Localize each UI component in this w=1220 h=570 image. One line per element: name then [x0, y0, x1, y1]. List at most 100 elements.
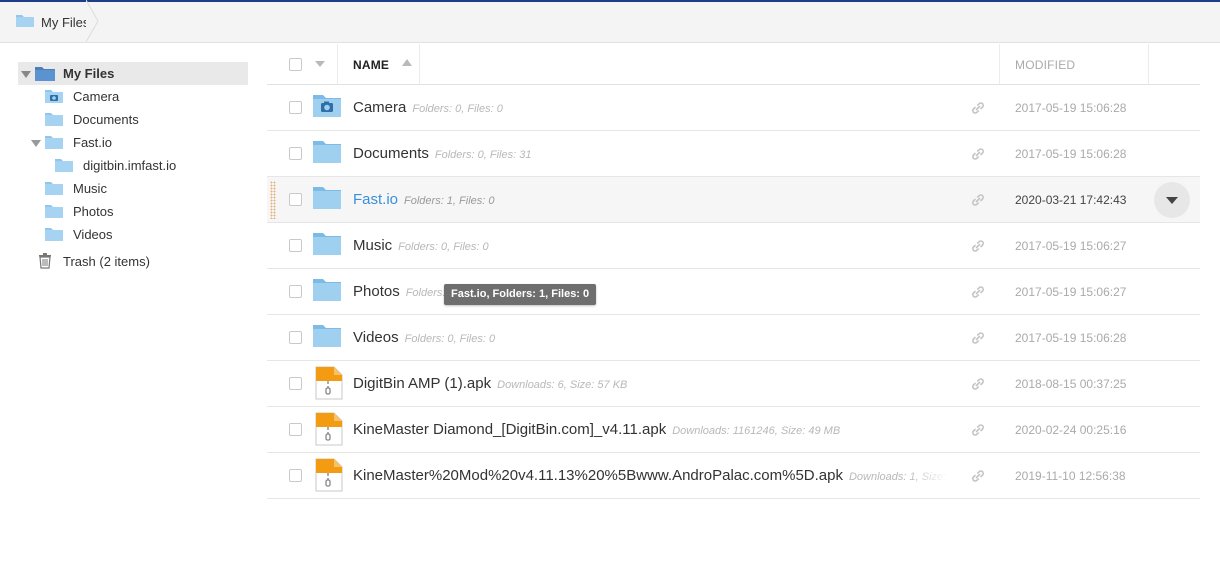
trash-icon	[39, 253, 51, 269]
folder-icon	[313, 187, 341, 209]
tree-item-fast-io[interactable]: Fast.io	[18, 131, 250, 154]
tree-label: Documents	[73, 112, 139, 127]
column-divider	[999, 44, 1000, 84]
table-row[interactable]: DigitBin AMP (1).apk Downloads: 6, Size: …	[267, 361, 1200, 407]
tree-item-my-files[interactable]: My Files	[18, 62, 248, 85]
file-name[interactable]: Music Folders: 0, Files: 0	[353, 237, 489, 254]
folder-icon	[55, 159, 73, 172]
row-checkbox[interactable]	[289, 101, 302, 114]
table-row[interactable]: Documents Folders: 0, Files: 31 2017-05-1…	[267, 131, 1200, 177]
table-row[interactable]: PhotosFolders: 0, Files: 0 2017-05-19 15…	[267, 269, 1200, 315]
folder-icon	[45, 228, 63, 241]
link-icon[interactable]	[970, 284, 986, 300]
row-checkbox[interactable]	[289, 423, 302, 436]
drag-handle[interactable]	[270, 181, 276, 219]
folder-icon	[313, 233, 341, 255]
breadcrumb-separator	[86, 0, 99, 42]
tree-item-videos[interactable]: Videos	[18, 223, 250, 246]
tree-label: Photos	[73, 204, 114, 219]
file-name[interactable]: Documents Folders: 0, Files: 31	[353, 145, 531, 162]
archive-file-icon	[315, 366, 343, 400]
file-meta: Folders: 1, Files: 0	[404, 195, 495, 207]
table-row[interactable]: Music Folders: 0, Files: 0 2017-05-19 15:…	[267, 223, 1200, 269]
select-menu-caret-icon[interactable]	[315, 61, 325, 67]
expand-arrow-icon[interactable]	[31, 138, 41, 148]
link-icon[interactable]	[970, 330, 986, 346]
column-divider	[419, 44, 420, 84]
breadcrumb-label: My Files	[41, 14, 90, 30]
select-all-checkbox[interactable]	[289, 58, 302, 71]
file-meta: Downloads: 1161246, Size: 49 MB	[672, 425, 841, 437]
file-name[interactable]: DigitBin AMP (1).apk Downloads: 6, Size: …	[353, 375, 627, 392]
drag-tooltip: Fast.io, Folders: 1, Files: 0	[444, 284, 597, 305]
camera-folder-icon	[45, 90, 63, 103]
link-icon[interactable]	[970, 468, 986, 484]
file-name[interactable]: KineMaster%20Mod%20v4.11.13%20%5Bwww.And…	[353, 467, 963, 484]
tree-label: Music	[73, 181, 107, 196]
modified-date: 2018-08-15 00:37:25	[1015, 377, 1127, 391]
modified-date: 2019-11-10 12:56:38	[1015, 469, 1126, 483]
table-row[interactable]: KineMaster Diamond_[DigitBin.com]_v4.11.…	[267, 407, 1200, 453]
column-divider	[1148, 44, 1149, 84]
tree-item-camera[interactable]: Camera	[18, 85, 250, 108]
tree-item-music[interactable]: Music	[18, 177, 250, 200]
modified-column-header[interactable]: MODIFIED	[1015, 58, 1075, 72]
trash-label: Trash (2 items)	[63, 254, 150, 269]
camera-folder-icon	[313, 95, 341, 117]
row-checkbox[interactable]	[289, 285, 302, 298]
folder-icon	[45, 205, 63, 218]
tree-item-photos[interactable]: Photos	[18, 200, 250, 223]
folder-icon	[35, 67, 55, 81]
file-meta: Downloads: 6, Size: 57 KB	[497, 379, 628, 391]
file-name[interactable]: KineMaster Diamond_[DigitBin.com]_v4.11.…	[353, 421, 840, 438]
tree-label: digitbin.imfast.io	[83, 158, 177, 173]
row-menu-button[interactable]	[1154, 182, 1190, 218]
folder-icon	[45, 136, 63, 149]
modified-date: 2017-05-19 15:06:27	[1015, 239, 1127, 253]
link-icon[interactable]	[970, 422, 986, 438]
link-icon[interactable]	[970, 192, 986, 208]
modified-date: 2017-05-19 15:06:28	[1015, 147, 1127, 161]
row-checkbox[interactable]	[289, 469, 302, 482]
row-checkbox[interactable]	[289, 147, 302, 160]
link-icon[interactable]	[970, 238, 986, 254]
file-meta: Folders: 0, Files: 0	[398, 241, 489, 253]
tree-item-documents[interactable]: Documents	[18, 108, 250, 131]
top-bar: My Files	[0, 0, 1220, 43]
folder-icon	[45, 113, 63, 126]
tree-item-trash[interactable]: Trash (2 items)	[18, 250, 250, 273]
expand-arrow-icon[interactable]	[21, 69, 31, 79]
sort-ascending-icon[interactable]	[402, 59, 412, 66]
table-row[interactable]: Camera Folders: 0, Files: 0 2017-05-19 15…	[267, 85, 1200, 131]
column-divider	[337, 44, 338, 84]
archive-file-icon	[315, 412, 343, 446]
tree-label: Fast.io	[73, 135, 113, 150]
tree-label: Camera	[73, 89, 120, 104]
text-fade	[907, 463, 967, 489]
link-icon[interactable]	[970, 100, 986, 116]
file-name[interactable]: Videos Folders: 0, Files: 0	[353, 329, 495, 346]
tree-item-digitbin[interactable]: digitbin.imfast.io	[18, 154, 250, 177]
modified-date: 2020-02-24 00:25:16	[1015, 423, 1127, 437]
archive-file-icon	[315, 458, 343, 492]
modified-date: 2017-05-19 15:06:28	[1015, 331, 1127, 345]
modified-date: 2017-05-19 15:06:28	[1015, 101, 1127, 115]
folder-icon	[313, 325, 341, 347]
row-checkbox[interactable]	[289, 239, 302, 252]
name-column-header[interactable]: NAME	[353, 58, 389, 72]
file-name[interactable]: Fast.io Folders: 1, Files: 0	[353, 191, 495, 208]
row-checkbox[interactable]	[289, 377, 302, 390]
link-icon[interactable]	[970, 146, 986, 162]
tree-label: Videos	[73, 227, 113, 242]
tree-label: My Files	[63, 66, 115, 81]
modified-date: 2017-05-19 15:06:27	[1015, 285, 1127, 299]
row-checkbox[interactable]	[289, 331, 302, 344]
table-row[interactable]: KineMaster%20Mod%20v4.11.13%20%5Bwww.And…	[267, 453, 1200, 499]
table-row[interactable]: Videos Folders: 0, Files: 0 2017-05-19 15…	[267, 315, 1200, 361]
file-meta: Folders: 0, Files: 0	[412, 103, 503, 115]
file-name[interactable]: Camera Folders: 0, Files: 0	[353, 99, 503, 116]
row-checkbox[interactable]	[289, 193, 302, 206]
table-row[interactable]: Fast.io Folders: 1, Files: 0 2020-03-21 1…	[267, 177, 1200, 223]
link-icon[interactable]	[970, 376, 986, 392]
folder-icon	[15, 12, 35, 33]
